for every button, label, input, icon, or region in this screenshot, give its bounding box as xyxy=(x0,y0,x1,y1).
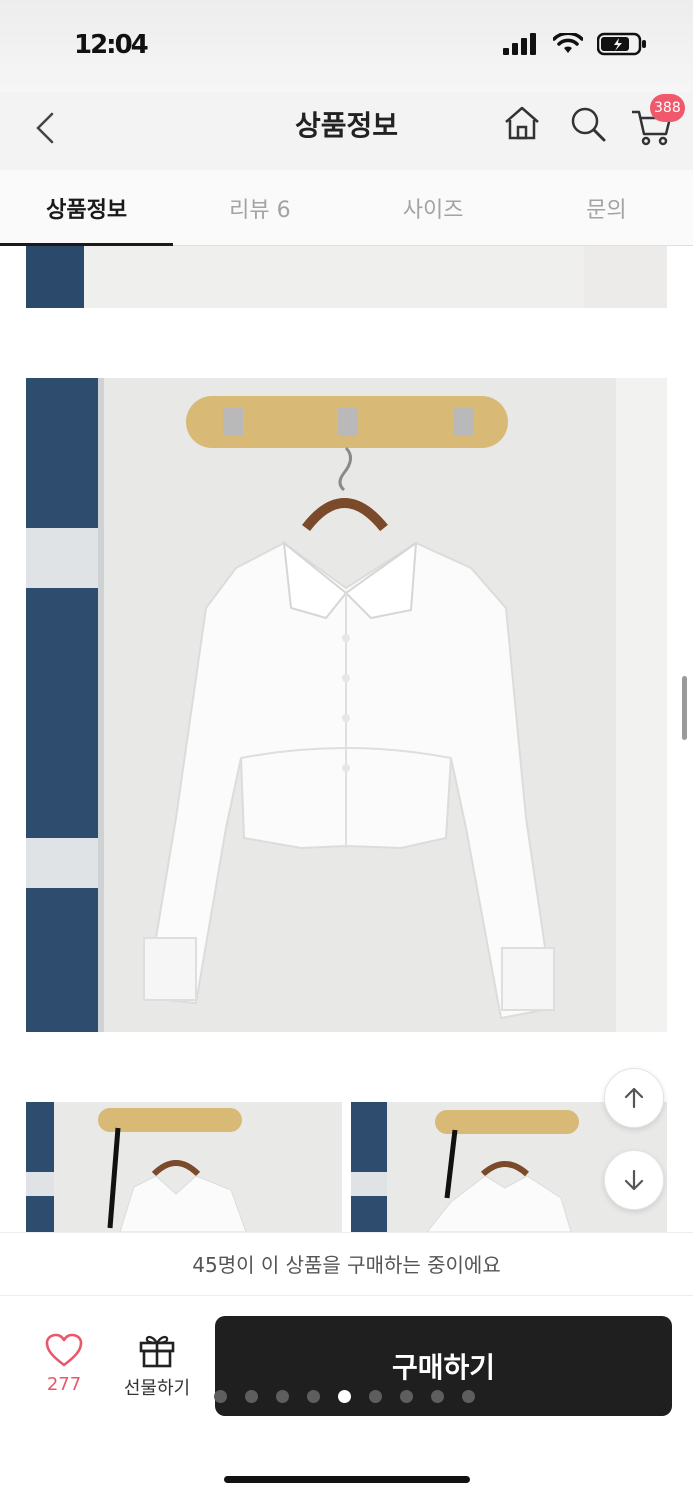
scroll-up-button[interactable] xyxy=(604,1068,664,1128)
home-button[interactable] xyxy=(500,102,544,146)
gift-label: 선물하기 xyxy=(123,1378,191,1399)
wifi-icon xyxy=(553,33,583,53)
carousel-dot xyxy=(214,1390,227,1403)
tab-product-info[interactable]: 상품정보 xyxy=(0,170,174,246)
arrow-down-icon xyxy=(624,1169,644,1191)
carousel-dot xyxy=(400,1390,413,1403)
heart-icon xyxy=(45,1333,83,1367)
thumbnail-photo-left xyxy=(26,1102,342,1232)
carousel-dot xyxy=(307,1390,320,1403)
status-bar: 12:04 xyxy=(0,0,693,92)
tab-bar: 상품정보 리뷰 6 사이즈 문의 xyxy=(0,170,693,246)
tab-size[interactable]: 사이즈 xyxy=(347,170,520,245)
header: 상품정보 388 xyxy=(0,92,693,170)
home-icon xyxy=(505,106,539,140)
gift-icon xyxy=(139,1335,175,1368)
product-photo xyxy=(26,378,667,1032)
scroll-down-button[interactable] xyxy=(604,1150,664,1210)
carousel-indicator xyxy=(214,1390,475,1403)
buying-now-notice: 45명이 이 상품을 구매하는 중이에요 xyxy=(0,1232,693,1296)
carousel-dot xyxy=(462,1390,475,1403)
tab-reviews[interactable]: 리뷰 6 xyxy=(173,170,346,245)
status-icons xyxy=(503,32,647,56)
battery-icon xyxy=(597,32,646,56)
cart-badge: 388 xyxy=(650,94,685,122)
signal-icon xyxy=(503,33,536,55)
previous-product-photo xyxy=(26,246,667,308)
like-button[interactable]: 277 xyxy=(26,1332,102,1402)
status-time: 12:04 xyxy=(74,30,149,60)
search-icon xyxy=(571,107,606,142)
carousel-dot-active xyxy=(338,1390,351,1403)
shirt-photo-illustration xyxy=(26,378,667,1032)
search-button[interactable] xyxy=(566,102,610,146)
scrollbar[interactable] xyxy=(682,676,687,740)
carousel-dot xyxy=(369,1390,382,1403)
carousel-dot xyxy=(245,1390,258,1403)
tab-inquiry[interactable]: 문의 xyxy=(520,170,693,245)
carousel-dot xyxy=(431,1390,444,1403)
like-count: 277 xyxy=(46,1374,82,1395)
carousel-dot xyxy=(276,1390,289,1403)
home-indicator[interactable] xyxy=(224,1476,470,1483)
gift-button[interactable]: 선물하기 xyxy=(112,1332,202,1402)
product-detail-content[interactable] xyxy=(0,246,693,1232)
product-thumbnail[interactable] xyxy=(26,1102,342,1232)
arrow-up-icon xyxy=(624,1087,644,1109)
